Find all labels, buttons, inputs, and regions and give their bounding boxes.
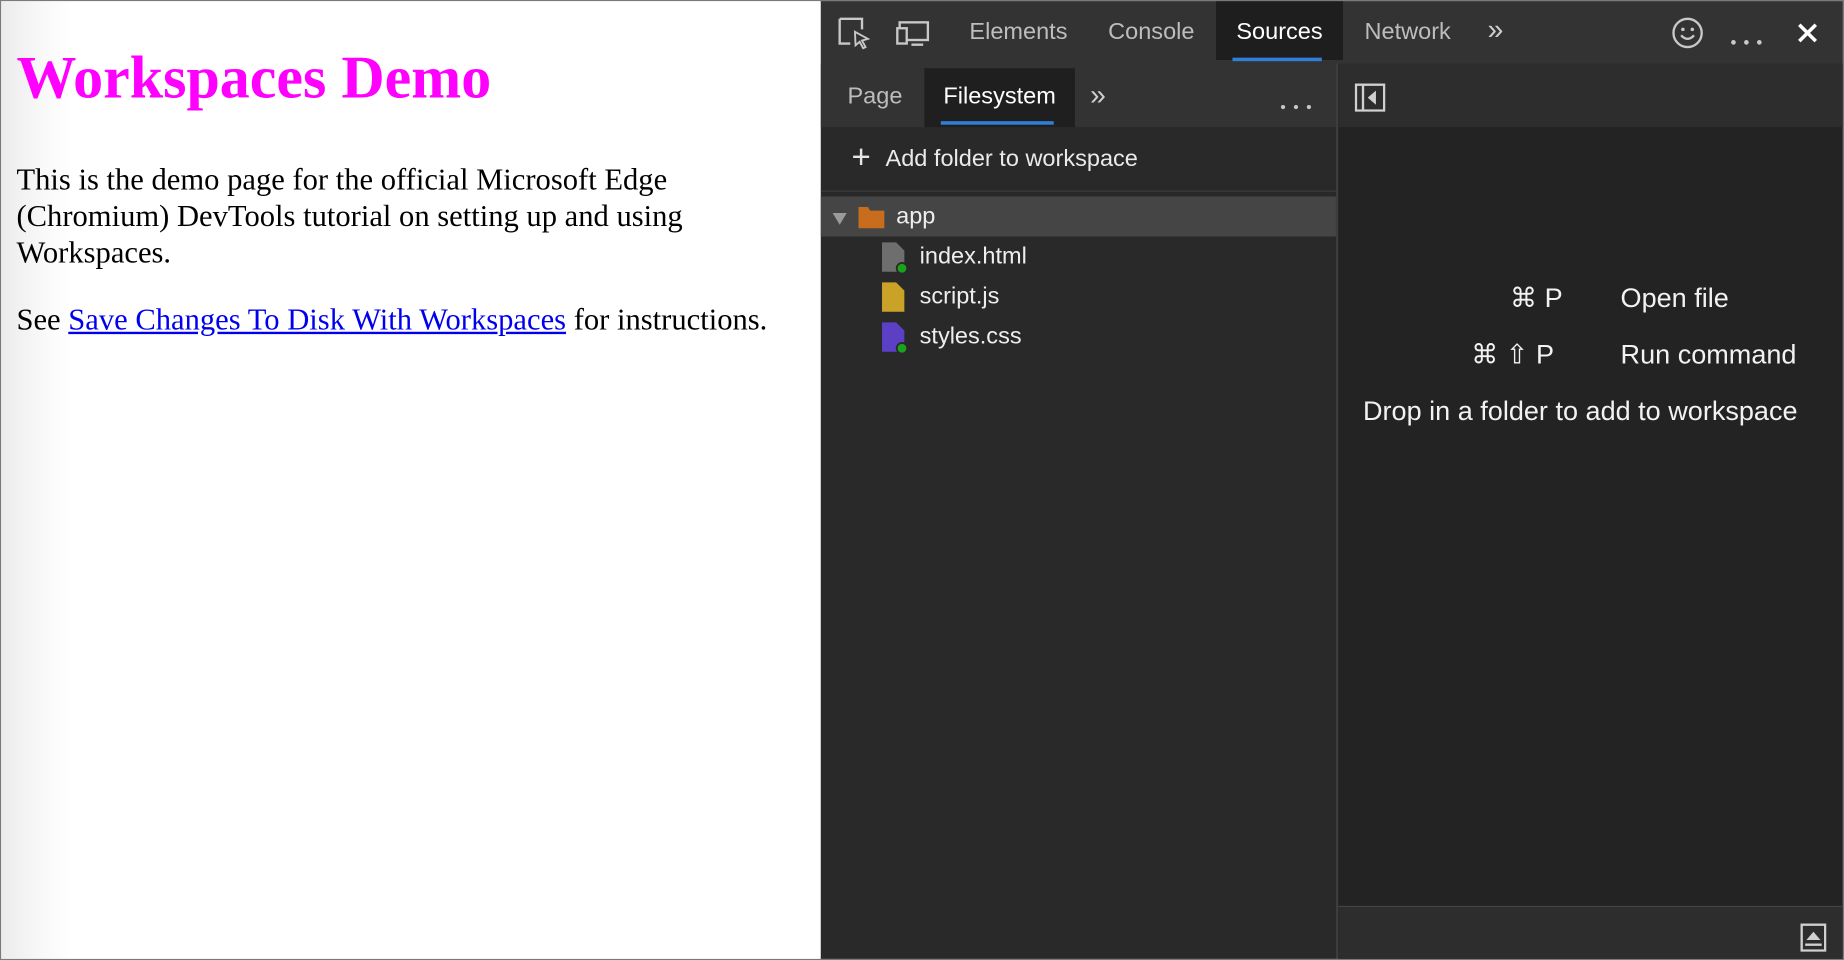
expand-triangle-icon[interactable] <box>831 211 847 225</box>
navigator-more-tabs-icon[interactable]: » <box>1090 82 1106 110</box>
editor-footer <box>1338 905 1843 959</box>
editor-toolbar <box>1338 63 1843 128</box>
file-name: styles.css <box>919 323 1022 350</box>
active-subtab-indicator <box>940 121 1054 125</box>
add-folder-label: Add folder to workspace <box>885 145 1138 172</box>
workspaces-tutorial-link[interactable]: Save Changes To Disk With Workspaces <box>68 302 566 336</box>
active-tab-indicator <box>1232 57 1322 62</box>
tab-filesystem[interactable]: Filesystem <box>924 68 1075 128</box>
toggle-navigator-icon[interactable] <box>1354 83 1386 112</box>
shortcut-run-command-keys: ⌘ ⇧ P <box>1471 338 1555 370</box>
tree-file-styles-css[interactable]: styles.css <box>821 316 1336 356</box>
tab-elements[interactable]: Elements <box>953 1 1085 60</box>
see-prefix: See <box>16 302 69 337</box>
plus-icon: + <box>851 138 871 176</box>
tree-file-index-html[interactable]: index.html <box>821 236 1336 276</box>
tree-folder-app[interactable]: app <box>820 196 1336 237</box>
intro-paragraph: This is the demo page for the official M… <box>16 162 683 270</box>
editor-pane: ⌘ P Open file ⌘ ⇧ P Run command Drop in … <box>1338 63 1843 959</box>
demo-page: Workspaces Demo This is the demo page fo… <box>1 1 820 959</box>
browser-frame: Workspaces Demo This is the demo page fo… <box>0 0 1844 960</box>
more-tabs-icon[interactable]: » <box>1488 16 1504 44</box>
shortcut-open-file-label: Open file <box>1620 282 1729 313</box>
feedback-smiley-icon[interactable] <box>1670 15 1705 50</box>
navigator-more-options-icon[interactable] <box>1278 95 1313 110</box>
toggle-drawer-icon[interactable] <box>1800 923 1827 952</box>
js-file-icon <box>881 281 909 314</box>
folder-name: app <box>896 203 936 230</box>
tab-network[interactable]: Network <box>1345 1 1470 60</box>
css-file-icon <box>881 321 909 355</box>
see-suffix: for instructions. <box>566 302 768 337</box>
tab-page[interactable]: Page <box>830 68 919 127</box>
add-folder-button[interactable]: + Add folder to workspace <box>820 128 1336 192</box>
shortcut-open-file-keys: ⌘ P <box>1510 282 1563 313</box>
shortcut-run-command-label: Run command <box>1620 338 1797 370</box>
page-heading: Workspaces Demo <box>16 45 492 112</box>
tab-console[interactable]: Console <box>1089 1 1214 60</box>
devtools-toolbar: Elements Console Sources Network » <box>820 1 1843 64</box>
html-file-icon <box>881 241 909 275</box>
inspect-element-icon[interactable] <box>836 15 871 50</box>
tab-sources[interactable]: Sources <box>1216 1 1344 60</box>
navigator-tabbar: Page Filesystem » <box>820 63 1336 128</box>
folder-icon <box>857 204 885 230</box>
devtools-panel: Elements Console Sources Network » Page … <box>820 1 1843 959</box>
file-name: index.html <box>919 243 1027 270</box>
file-name: script.js <box>919 283 1000 310</box>
tree-file-script-js[interactable]: script.js <box>821 276 1336 316</box>
close-icon[interactable] <box>1796 21 1820 45</box>
more-options-icon[interactable] <box>1729 31 1764 45</box>
sources-navigator: Page Filesystem » + Add folder to worksp… <box>820 63 1336 959</box>
device-emulation-icon[interactable] <box>895 15 933 50</box>
drop-folder-hint: Drop in a folder to add to workspace <box>1363 395 1798 426</box>
instructions-paragraph: See Save Changes To Disk With Workspaces… <box>16 301 816 337</box>
